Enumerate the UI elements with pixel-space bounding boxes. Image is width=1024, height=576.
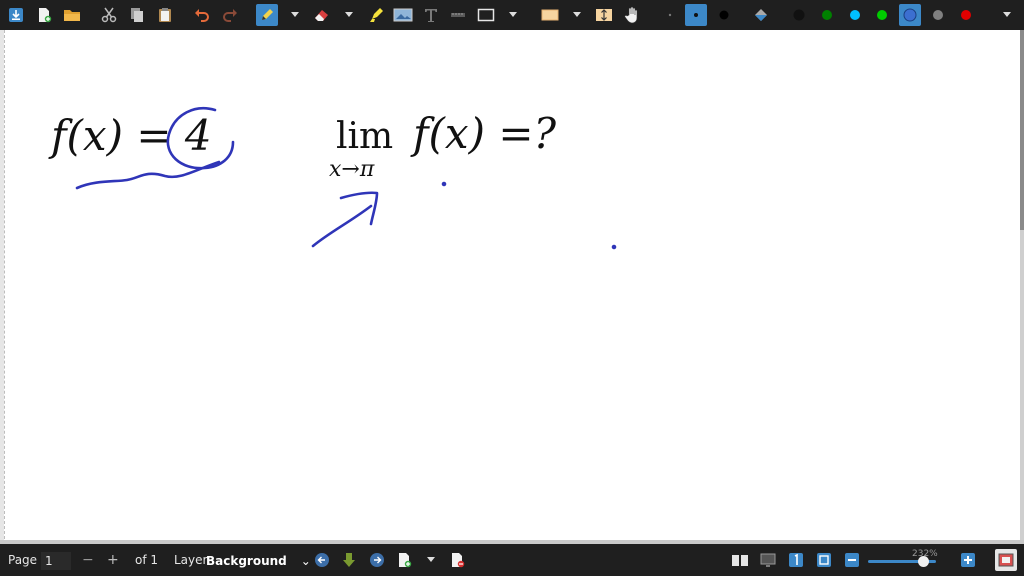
layer-select-value: Background	[206, 554, 287, 568]
limit-subscript: x→π	[329, 157, 375, 182]
left-equation: f(x) = 4	[48, 111, 212, 160]
layer-select[interactable]: Background ⌄	[206, 552, 311, 570]
fullscreen-icon[interactable]	[995, 549, 1017, 571]
zoom-slider[interactable]	[868, 556, 936, 567]
pen-size-medium-icon[interactable]	[713, 4, 735, 26]
page-increment-button[interactable]: +	[107, 544, 119, 576]
zoom-fit-icon[interactable]	[813, 549, 835, 571]
vertical-space-icon[interactable]	[593, 4, 615, 26]
new-layer-options-chevron-icon[interactable]	[425, 549, 437, 571]
new-page-icon[interactable]	[33, 4, 55, 26]
select-rect-icon[interactable]	[539, 4, 561, 26]
two-page-view-icon[interactable]	[729, 549, 751, 571]
underline-stroke	[75, 160, 221, 190]
zoom-in-icon[interactable]	[957, 549, 979, 571]
toolbar-overflow-chevron-icon[interactable]	[1001, 4, 1013, 26]
text-icon[interactable]	[420, 4, 442, 26]
image-icon[interactable]	[392, 4, 414, 26]
arrow-stroke	[311, 191, 379, 248]
shape-options-chevron-icon[interactable]	[507, 4, 519, 26]
rectangle-icon[interactable]	[475, 4, 497, 26]
page-number-input[interactable]	[41, 552, 71, 570]
paste-icon[interactable]	[154, 4, 176, 26]
pen-options-chevron-icon[interactable]	[289, 4, 301, 26]
ruler-icon[interactable]	[447, 4, 469, 26]
right-equation: f(x) =?	[410, 109, 557, 158]
stray-dot	[611, 244, 617, 250]
dot-icon[interactable]	[659, 4, 681, 26]
color-cyan-icon[interactable]	[844, 4, 866, 26]
page-decrement-button[interactable]: −	[82, 544, 94, 576]
highlighter-icon[interactable]	[365, 4, 387, 26]
drawing-page[interactable]: f(x) = 4 lim x→π f(x) =?	[4, 30, 1021, 544]
color-red-icon[interactable]	[955, 4, 977, 26]
color-blue-selected-icon[interactable]	[899, 4, 921, 26]
main-toolbar	[0, 0, 1024, 30]
zoom-level-label: 232%	[912, 549, 938, 559]
fill-icon[interactable]	[750, 4, 772, 26]
download-icon[interactable]	[5, 4, 27, 26]
vertical-scrollbar[interactable]	[1020, 30, 1024, 544]
vertical-scrollbar-thumb[interactable]	[1020, 30, 1024, 230]
chevron-down-icon: ⌄	[300, 554, 311, 568]
page-label: Page	[8, 553, 38, 567]
color-dark-green-icon[interactable]	[816, 4, 838, 26]
new-layer-icon[interactable]	[393, 549, 415, 571]
eraser-icon[interactable]	[311, 4, 333, 26]
cut-icon[interactable]	[98, 4, 120, 26]
color-green-icon[interactable]	[871, 4, 893, 26]
status-bar: Page − + of 1 Layer Background ⌄ 232%	[0, 544, 1024, 576]
zoom-100-icon[interactable]	[785, 549, 807, 571]
previous-layer-icon[interactable]	[311, 549, 333, 571]
layer-label: Layer	[174, 553, 208, 567]
zoom-out-icon[interactable]	[841, 549, 863, 571]
open-folder-icon[interactable]	[61, 4, 83, 26]
eraser-options-chevron-icon[interactable]	[343, 4, 355, 26]
copy-icon[interactable]	[126, 4, 148, 26]
canvas-area: f(x) = 4 lim x→π f(x) =?	[0, 30, 1024, 544]
presentation-mode-icon[interactable]	[757, 549, 779, 571]
undo-icon[interactable]	[191, 4, 213, 26]
delete-layer-icon[interactable]	[446, 549, 468, 571]
hand-icon[interactable]	[621, 4, 643, 26]
move-layer-down-icon[interactable]	[338, 549, 360, 571]
limit-word: lim	[336, 116, 393, 157]
redo-icon[interactable]	[219, 4, 241, 26]
color-black-icon[interactable]	[788, 4, 810, 26]
color-gray-icon[interactable]	[927, 4, 949, 26]
stray-dot	[441, 181, 447, 187]
pen-size-fine-icon[interactable]	[685, 4, 707, 26]
page-count-label: of 1	[135, 553, 159, 567]
pen-icon[interactable]	[256, 4, 278, 26]
select-options-chevron-icon[interactable]	[571, 4, 583, 26]
next-layer-icon[interactable]	[366, 549, 388, 571]
